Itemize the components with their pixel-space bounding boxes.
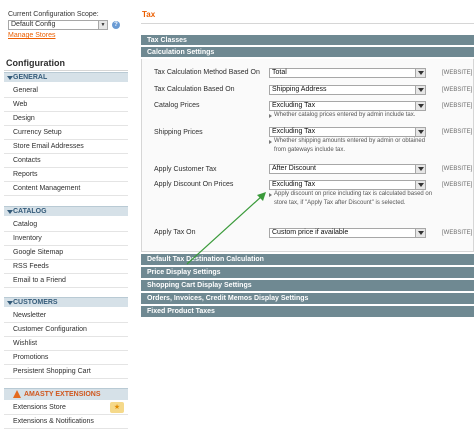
field-label-shipping-prices: Shipping Prices — [154, 129, 203, 136]
group-customers-label: CUSTOMERS — [13, 299, 58, 306]
section-default-tax-destination[interactable]: Default Tax Destination Calculation — [141, 254, 474, 266]
section-orders-invoices-display[interactable]: Orders, Invoices, Credit Memos Display S… — [141, 293, 474, 305]
note-bullet-icon — [269, 114, 272, 118]
select-apply-customer-tax[interactable]: After Discount — [269, 164, 426, 174]
main-content: Tax Tax Classes Calculation Settings Tax… — [141, 0, 474, 432]
select-calc-method-value: Total — [272, 69, 287, 76]
sidebar-item-content-management[interactable]: Content Management — [4, 182, 128, 196]
field-note-shipping-prices-text: Whether shipping amounts entered by admi… — [274, 138, 426, 153]
sidebar-item-email-friend[interactable]: Email to a Friend — [4, 274, 128, 288]
select-apply-customer-tax-value: After Discount — [272, 165, 316, 172]
scope-label: Current Configuration Scope: — [8, 11, 99, 18]
field-label-apply-discount: Apply Discount On Prices — [154, 181, 234, 188]
section-shopping-cart-display[interactable]: Shopping Cart Display Settings — [141, 280, 474, 292]
field-note-shipping-prices: Whether shipping amounts entered by admi… — [269, 137, 434, 155]
sidebar-item-google-sitemap[interactable]: Google Sitemap — [4, 246, 128, 260]
note-bullet-icon — [269, 193, 272, 197]
field-label-calc-method: Tax Calculation Method Based On — [154, 69, 260, 76]
section-fixed-product-taxes[interactable]: Fixed Product Taxes — [141, 306, 474, 318]
sidebar-item-general[interactable]: General — [4, 84, 128, 98]
sidebar-item-reports[interactable]: Reports — [4, 168, 128, 182]
group-catalog-label: CATALOG — [13, 208, 47, 215]
field-label-calc-based-on: Tax Calculation Based On — [154, 86, 235, 93]
field-note-catalog-prices: Whether catalog prices entered by admin … — [269, 111, 434, 120]
config-title: Configuration — [4, 55, 128, 71]
scope-tag: [WEBSITE] — [442, 166, 473, 172]
chevron-down-icon — [415, 181, 425, 189]
note-bullet-icon — [269, 140, 272, 144]
scope-select[interactable]: Default Config ▼ — [8, 20, 108, 30]
manage-stores-link[interactable]: Manage Stores — [8, 32, 126, 39]
select-apply-discount-value: Excluding Tax — [272, 181, 316, 188]
scope-select-value: Default Config — [11, 21, 56, 28]
scope-tag: [WEBSITE] — [442, 70, 473, 76]
select-calc-based-on[interactable]: Shipping Address — [269, 85, 426, 95]
scope-tag: [WEBSITE] — [442, 87, 473, 93]
scope-tag: [WEBSITE] — [442, 129, 473, 135]
select-calc-based-on-value: Shipping Address — [272, 86, 327, 93]
select-shipping-prices-value: Excluding Tax — [272, 128, 316, 135]
group-catalog[interactable]: CATALOG — [4, 206, 128, 216]
chevron-down-icon — [415, 69, 425, 77]
chevron-down-icon — [415, 128, 425, 136]
field-label-apply-customer-tax: Apply Customer Tax — [154, 166, 217, 173]
scope-switcher: Current Configuration Scope: Default Con… — [8, 11, 126, 39]
field-label-apply-tax-on: Apply Tax On — [154, 229, 196, 236]
sidebar-item-store-email[interactable]: Store Email Addresses — [4, 140, 128, 154]
collapse-triangle-icon — [7, 301, 13, 305]
chevron-down-icon — [415, 86, 425, 94]
sidebar-item-design[interactable]: Design — [4, 112, 128, 126]
title-divider — [141, 23, 474, 24]
select-apply-tax-on-value: Custom price if available — [272, 229, 349, 236]
chevron-down-icon — [415, 165, 425, 173]
sidebar-item-catalog[interactable]: Catalog — [4, 218, 128, 232]
sidebar-item-extensions-store[interactable]: Extensions Store ★ — [4, 401, 128, 415]
group-general-label: GENERAL — [13, 74, 48, 81]
field-note-catalog-prices-text: Whether catalog prices entered by admin … — [274, 112, 416, 118]
config-sidebar: Current Configuration Scope: Default Con… — [4, 0, 128, 432]
sidebar-item-persistent-cart[interactable]: Persistent Shopping Cart — [4, 365, 128, 379]
field-note-apply-discount: Apply discount on price including tax is… — [269, 190, 434, 208]
select-apply-tax-on[interactable]: Custom price if available — [269, 228, 426, 238]
scope-row: Default Config ▼ ? — [8, 20, 126, 30]
scope-tag: [WEBSITE] — [442, 182, 473, 188]
collapse-triangle-icon — [7, 210, 13, 214]
field-note-apply-discount-text: Apply discount on price including tax is… — [274, 191, 433, 206]
sidebar-item-inventory[interactable]: Inventory — [4, 232, 128, 246]
sidebar-item-currency-setup[interactable]: Currency Setup — [4, 126, 128, 140]
sidebar-item-contacts[interactable]: Contacts — [4, 154, 128, 168]
group-customers[interactable]: CUSTOMERS — [4, 297, 128, 307]
scope-tag: [WEBSITE] — [442, 230, 473, 236]
help-icon[interactable]: ? — [112, 21, 120, 29]
section-tax-classes[interactable]: Tax Classes — [141, 35, 474, 46]
scope-tag: [WEBSITE] — [442, 103, 473, 109]
collapse-triangle-icon — [7, 76, 13, 80]
calculation-settings-fieldset: Tax Calculation Method Based On Total [W… — [141, 59, 474, 252]
chevron-down-icon — [415, 229, 425, 237]
select-apply-discount[interactable]: Excluding Tax — [269, 180, 426, 190]
section-calculation-settings[interactable]: Calculation Settings — [141, 47, 474, 58]
sidebar-item-extensions-notifications[interactable]: Extensions & Notifications — [4, 415, 128, 429]
sidebar-item-promotions[interactable]: Promotions — [4, 351, 128, 365]
section-price-display[interactable]: Price Display Settings — [141, 267, 474, 279]
group-amasty-label: AMASTY EXTENSIONS — [24, 391, 101, 398]
select-catalog-prices[interactable]: Excluding Tax — [269, 101, 426, 111]
chevron-down-icon: ▼ — [98, 21, 107, 29]
group-amasty-extensions[interactable]: AMASTY EXTENSIONS — [4, 388, 128, 400]
sidebar-item-customer-configuration[interactable]: Customer Configuration — [4, 323, 128, 337]
star-icon: ★ — [110, 402, 124, 413]
select-catalog-prices-value: Excluding Tax — [272, 102, 316, 109]
field-label-catalog-prices: Catalog Prices — [154, 102, 200, 109]
page-title: Tax — [142, 10, 156, 19]
sidebar-item-wishlist[interactable]: Wishlist — [4, 337, 128, 351]
amasty-logo-icon — [13, 390, 21, 398]
chevron-down-icon — [415, 102, 425, 110]
sidebar-item-rss-feeds[interactable]: RSS Feeds — [4, 260, 128, 274]
sidebar-item-newsletter[interactable]: Newsletter — [4, 309, 128, 323]
group-general[interactable]: GENERAL — [4, 72, 128, 82]
sidebar-item-web[interactable]: Web — [4, 98, 128, 112]
select-shipping-prices[interactable]: Excluding Tax — [269, 127, 426, 137]
select-calc-method[interactable]: Total — [269, 68, 426, 78]
sidebar-item-extensions-store-label: Extensions Store — [13, 404, 66, 411]
